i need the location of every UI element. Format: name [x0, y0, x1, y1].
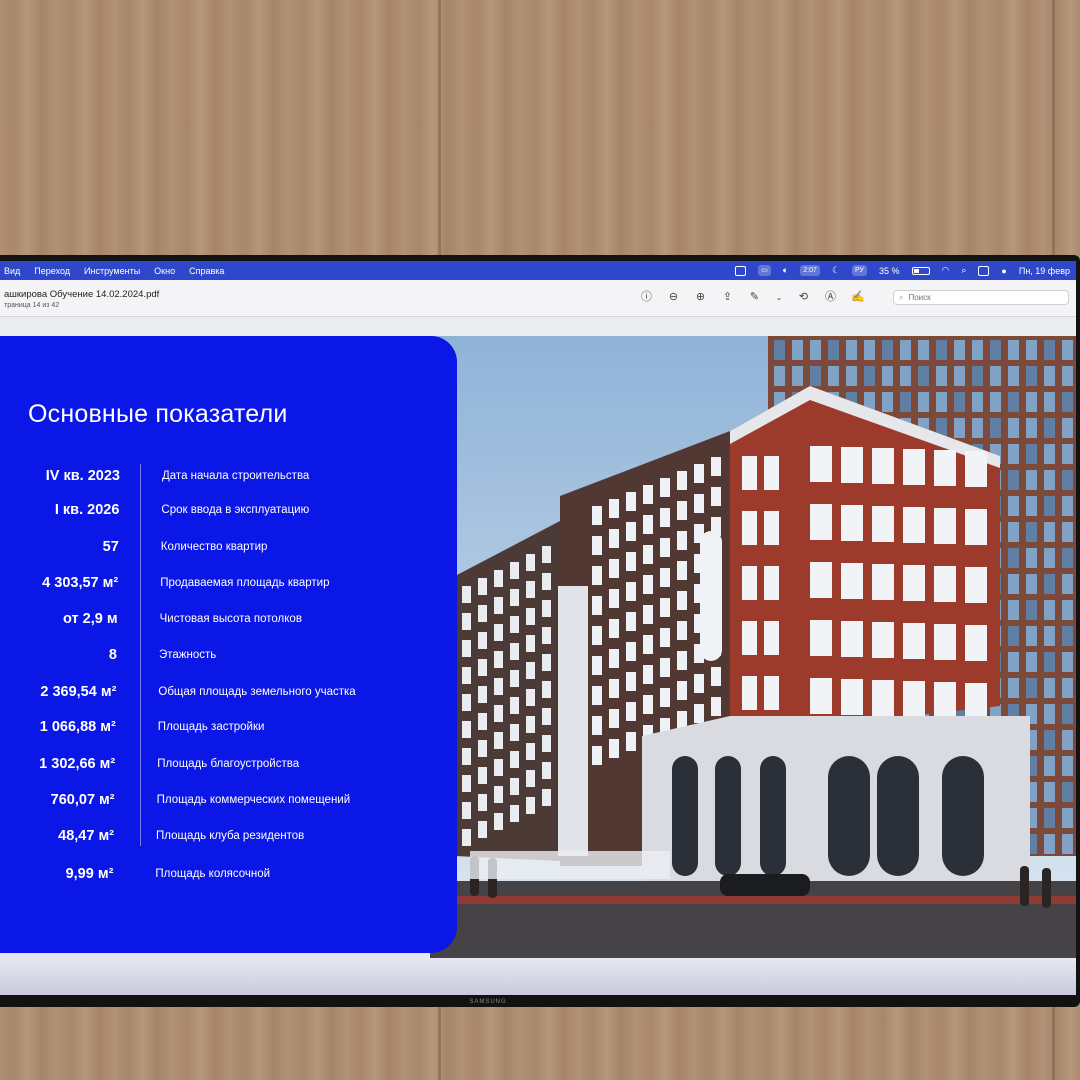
spotlight-search-icon[interactable]: ⌕ [961, 265, 966, 276]
car [720, 874, 810, 896]
metric-label: Продаваемая площадь квартир [160, 577, 330, 589]
metric-value: 4 303,57 м² [42, 575, 119, 591]
slide-title: Основные показатели [28, 400, 288, 428]
user-icon[interactable]: ● [1001, 266, 1006, 276]
control-center-icon[interactable] [978, 265, 990, 276]
metric-row: 57 Количество квартир [0, 539, 456, 559]
tv-frame: Вид Переход Инструменты Окно Справка ▭ 🔈… [0, 255, 1080, 1007]
metric-label: Этажность [159, 649, 217, 661]
zoom-out-icon[interactable]: ⊖ [667, 291, 680, 304]
screen-record-icon[interactable] [735, 265, 747, 276]
input-language-badge[interactable]: РУ [852, 265, 867, 276]
volume-icon[interactable]: 🔈︎ [783, 265, 788, 276]
preview-toolbar: ашкирова Обучение 14.02.2024.pdf траница… [0, 280, 1076, 317]
metric-label: Чистовая высота потолков [159, 613, 302, 625]
metric-value: 2 369,54 м² [40, 684, 117, 700]
key-metrics-panel: Основные показатели IV кв. 2023 Дата нача… [0, 336, 457, 953]
menu-item-help[interactable]: Справка [189, 266, 224, 276]
search-input[interactable] [906, 292, 1051, 303]
metric-value: 760,07 м² [50, 792, 115, 808]
tv-brand-logo: SAMSUNG [469, 999, 507, 1005]
battery-percent: 35 % [878, 265, 900, 276]
markup-pen-icon[interactable]: ✎ [748, 291, 761, 304]
metric-value: 1 302,66 м² [39, 756, 116, 772]
metric-row: 8 Этажность [0, 647, 454, 667]
document-title: ашкирова Обучение 14.02.2024.pdf [4, 289, 160, 300]
menu-item-tools[interactable]: Инструменты [84, 266, 140, 276]
rotate-icon[interactable]: ⟲ [797, 291, 810, 304]
arched-window [715, 756, 741, 876]
metric-value: 57 [102, 539, 119, 555]
metric-row: 760,07 м² Площадь коммерческих помещений [0, 792, 452, 812]
metric-row: от 2,9 м Чистовая высота потолков [0, 611, 455, 631]
wifi-icon[interactable]: ◠ [942, 265, 950, 276]
zoom-in-icon[interactable]: ⊕ [694, 291, 707, 304]
arched-window [828, 756, 870, 876]
metric-label: Площадь клуба резидентов [156, 830, 305, 842]
arched-window [760, 756, 786, 876]
pedestrian [1042, 868, 1051, 908]
clock[interactable]: Пн, 19 февр [1019, 266, 1070, 276]
form-fill-icon[interactable]: ✍ [851, 291, 865, 304]
viewer-bottom-area [0, 958, 1076, 995]
metric-value: 1 066,88 м² [39, 719, 116, 735]
metric-row: IV кв. 2023 Дата начала строительства [0, 468, 457, 488]
annotate-icon[interactable]: Ⓐ [824, 291, 837, 304]
metric-value: IV кв. 2023 [45, 468, 120, 484]
pedestrian [1020, 866, 1029, 906]
metric-row: 2 369,54 м² Общая площадь земельного учас… [0, 684, 453, 704]
arched-window [672, 756, 698, 876]
metric-label: Дата начала строительства [162, 470, 310, 482]
share-icon[interactable]: ⇪ [721, 291, 734, 304]
menu-item-view[interactable]: Вид [4, 266, 20, 276]
metric-label: Общая площадь земельного участка [158, 686, 356, 698]
metric-label: Площадь застройки [157, 721, 265, 733]
menu-item-go[interactable]: Переход [34, 266, 70, 276]
keyboard-brightness-icon[interactable]: ▭ [758, 265, 771, 276]
search-icon: ⌕ [899, 292, 904, 302]
fence [470, 851, 670, 879]
metric-row: 1 302,66 м² Площадь благоустройства [0, 756, 452, 776]
status-area: ▭ 🔈︎ 2:07 ☾ РУ 35 % ◠ ⌕ ● Пн, 19 февр [735, 261, 1070, 280]
metric-row: I кв. 2026 Срок ввода в эксплуатацию [0, 502, 456, 522]
metric-label: Площадь коммерческих помещений [156, 794, 351, 806]
metric-row: 4 303,57 м² Продаваемая площадь квартир [0, 575, 455, 595]
metric-row: 9,99 м² Площадь колясочной [0, 866, 450, 886]
page-indicator: траница 14 из 42 [4, 302, 60, 309]
menu-item-window[interactable]: Окно [154, 266, 175, 276]
battery-icon[interactable] [911, 266, 930, 275]
app-menu: Вид Переход Инструменты Окно Справка [0, 266, 224, 276]
metric-value: от 2,9 м [63, 611, 118, 627]
metric-value: 8 [108, 647, 117, 663]
metric-value: I кв. 2026 [54, 502, 120, 518]
metric-row: 1 066,88 м² Площадь застройки [0, 719, 453, 739]
metric-label: Площадь благоустройства [157, 758, 300, 770]
toolbar-tools: ⓘ ⊖ ⊕ ⇪ ✎ ⌄ ⟲ Ⓐ ✍ [640, 291, 865, 304]
metric-value: 9,99 м² [65, 866, 114, 882]
info-icon[interactable]: ⓘ [640, 291, 653, 304]
metric-row: 48,47 м² Площадь клуба резидентов [0, 828, 451, 848]
metric-label: Количество квартир [160, 541, 268, 553]
building-rendering [430, 336, 1076, 958]
metric-label: Срок ввода в эксплуатацию [161, 504, 310, 516]
menu-bar: Вид Переход Инструменты Окно Справка ▭ 🔈… [0, 261, 1076, 280]
screen: Вид Переход Инструменты Окно Справка ▭ 🔈… [0, 261, 1076, 995]
search-field[interactable]: ⌕ [893, 290, 1069, 305]
slide: Основные показатели IV кв. 2023 Дата нача… [0, 336, 1076, 958]
arched-window [942, 756, 984, 876]
moon-icon[interactable]: ☾ [832, 265, 840, 276]
chevron-down-icon[interactable]: ⌄ [775, 291, 783, 304]
metric-label: Площадь колясочной [155, 868, 271, 880]
timer-badge[interactable]: 2:07 [800, 265, 820, 276]
metric-value: 48,47 м² [58, 828, 114, 844]
arched-window [877, 756, 919, 876]
